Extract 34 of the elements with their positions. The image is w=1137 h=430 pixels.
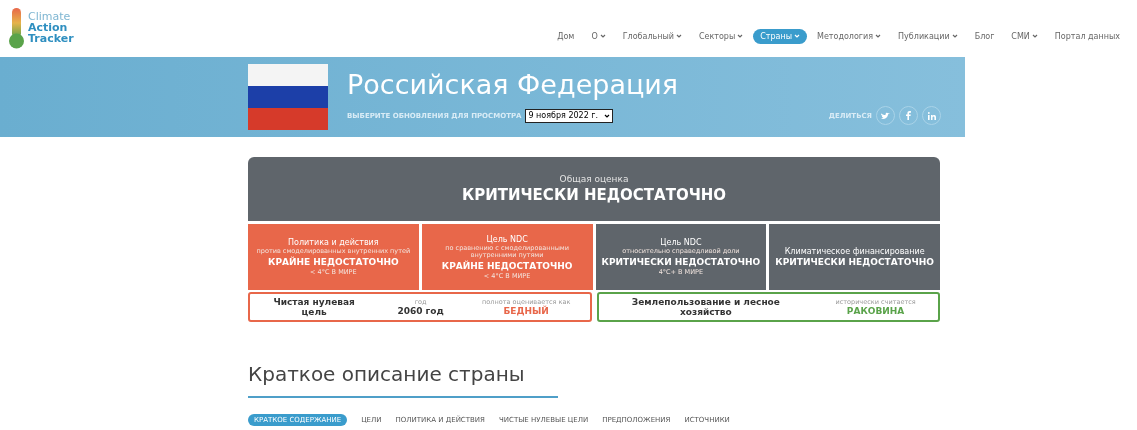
- linkedin-icon: [927, 111, 936, 120]
- rating-title: Политика и действия: [288, 238, 379, 248]
- nav-link[interactable]: Портал данных: [1047, 28, 1127, 44]
- rating-value: КРАЙНЕ НЕДОСТАТОЧНО: [441, 260, 573, 271]
- nav-link[interactable]: Блог: [967, 28, 1002, 44]
- rating-value: КРИТИЧЕСКИ НЕДОСТАТОЧНО: [775, 257, 934, 267]
- rating-value: КРАЙНЕ НЕДОСТАТОЧНО: [268, 256, 399, 267]
- overall-rating: КРИТИЧЕСКИ НЕДОСТАТОЧНО: [461, 186, 727, 204]
- land-use-title: Землепользование и лесное хозяйство: [630, 297, 781, 317]
- nav-link[interactable]: Методология: [810, 28, 889, 44]
- facebook-icon: [906, 111, 911, 120]
- nav-link[interactable]: О: [584, 28, 613, 44]
- country-title: Российская Федерация: [347, 69, 680, 100]
- nav-link[interactable]: Публикации: [891, 28, 965, 44]
- rating-title: Цель NDC: [660, 238, 702, 248]
- thermometer-icon: [8, 6, 25, 49]
- nav-link[interactable]: Глобальный: [615, 28, 689, 44]
- bird-icon: [881, 111, 890, 120]
- assessment-value: РАКОВИНА: [846, 306, 905, 316]
- logo-text[interactable]: Climate Action Tracker: [28, 11, 74, 44]
- assessment-value: БЕДНЫЙ: [503, 306, 549, 316]
- chevron-down-icon: [604, 113, 611, 118]
- update-select[interactable]: 9 ноября 2022 г.: [525, 108, 614, 123]
- nav-link[interactable]: Дом: [550, 28, 582, 44]
- section-heading: Краткое описание страны: [248, 362, 526, 386]
- nav-link[interactable]: СМИ: [1004, 28, 1045, 44]
- overall-label: Общая оценка: [559, 174, 629, 184]
- rating-value: КРИТИЧЕСКИ НЕДОСТАТОЧНО: [601, 256, 761, 267]
- net-zero-title: Чистая нулевая цель: [272, 297, 356, 317]
- flag-icon: [248, 64, 328, 130]
- year-value: 2060 год: [397, 306, 444, 316]
- rating-title: Цель NDC: [486, 234, 528, 244]
- nav-link[interactable]: Секторы: [691, 28, 751, 44]
- rating-title: Климатическое финансирование: [784, 247, 925, 256]
